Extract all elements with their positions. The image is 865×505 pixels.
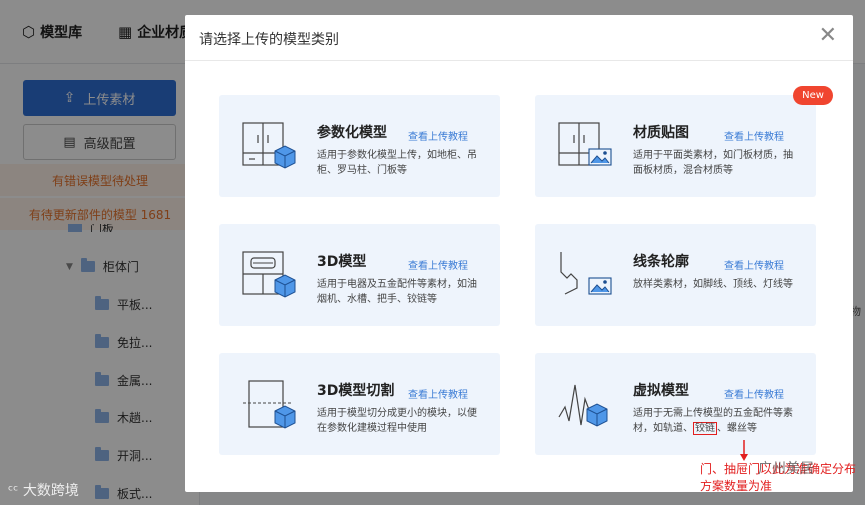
profile-line-icon xyxy=(560,252,612,295)
tutorial-link[interactable]: 查看上传教程 xyxy=(724,128,784,143)
card-description: 适用于平面类素材，如门板材质，抽面板材质，混合材质等 xyxy=(633,150,793,176)
cabinet-image-icon xyxy=(558,122,612,166)
watermark-right: 广州美居 xyxy=(758,461,814,477)
category-card-parametric[interactable]: 参数化模型 查看上传教程 适用于参数化模型上传，如地柜、吊柜、罗马柱、门板等 xyxy=(219,95,500,197)
card-title: 材质贴图 xyxy=(633,125,689,141)
card-description: 适用于模型切分成更小的模块，以便在参数化建模过程中使用 xyxy=(317,408,477,434)
annotation-line-2: 方案数量为准 xyxy=(700,479,773,493)
watermark-left: ᶜᶜ 大数跨境 xyxy=(8,483,79,499)
card-description: 放样类素材，如脚线、顶线、灯线等 xyxy=(633,279,793,290)
appliance-cube-icon xyxy=(242,251,296,298)
tutorial-link[interactable]: 查看上传教程 xyxy=(408,257,468,272)
card-description: 适用于电器及五金配件等素材，如油烟机、水槽、把手、铰链等 xyxy=(317,279,477,305)
category-card-virtual[interactable]: 虚拟模型 查看上传教程 适用于无需上传模型的五金配件等素材，如轨道、 铰链 、螺丝等 xyxy=(535,353,816,455)
category-card-material[interactable]: 材质贴图 查看上传教程 适用于平面类素材，如门板材质，抽面板材质，混合材质等 xyxy=(535,95,816,197)
modal-title: 请选择上传的模型类别 xyxy=(199,32,339,48)
card-title: 虚拟模型 xyxy=(633,383,689,399)
new-badge: New xyxy=(793,86,833,105)
card-description: 适用于无需上传模型的五金配件等素材，如轨道、 铰链 、螺丝等 xyxy=(633,408,793,435)
cabinet-cube-icon xyxy=(242,122,296,169)
card-title: 线条轮廓 xyxy=(633,254,689,270)
tutorial-link[interactable]: 查看上传教程 xyxy=(408,128,468,143)
category-card-3d-cut[interactable]: 3D模型切割 查看上传教程 适用于模型切分成更小的模块，以便在参数化建模过程中使… xyxy=(219,353,500,455)
logo-icon: ᶜᶜ xyxy=(8,483,23,499)
highlight-hinge: 铰链 xyxy=(693,422,717,435)
card-description: 适用于参数化模型上传，如地柜、吊柜、罗马柱、门板等 xyxy=(317,150,477,176)
tutorial-link[interactable]: 查看上传教程 xyxy=(408,386,468,401)
annotation-arrow-icon xyxy=(740,440,748,461)
card-title: 3D模型切割 xyxy=(317,383,395,399)
tutorial-link[interactable]: 查看上传教程 xyxy=(724,386,784,401)
category-card-line-profile[interactable]: 线条轮廓 查看上传教程 放样类素材，如脚线、顶线、灯线等 xyxy=(535,224,816,326)
card-title: 参数化模型 xyxy=(317,125,387,141)
wave-cube-icon xyxy=(558,384,608,427)
close-icon[interactable]: ✕ xyxy=(819,25,837,47)
modal-header: 请选择上传的模型类别 ✕ xyxy=(185,15,853,61)
tutorial-link[interactable]: 查看上传教程 xyxy=(724,257,784,272)
card-title: 3D模型 xyxy=(317,254,367,270)
cut-cube-icon xyxy=(243,380,296,429)
category-card-3d-model[interactable]: 3D模型 查看上传教程 适用于电器及五金配件等素材，如油烟机、水槽、把手、铰链等 xyxy=(219,224,500,326)
